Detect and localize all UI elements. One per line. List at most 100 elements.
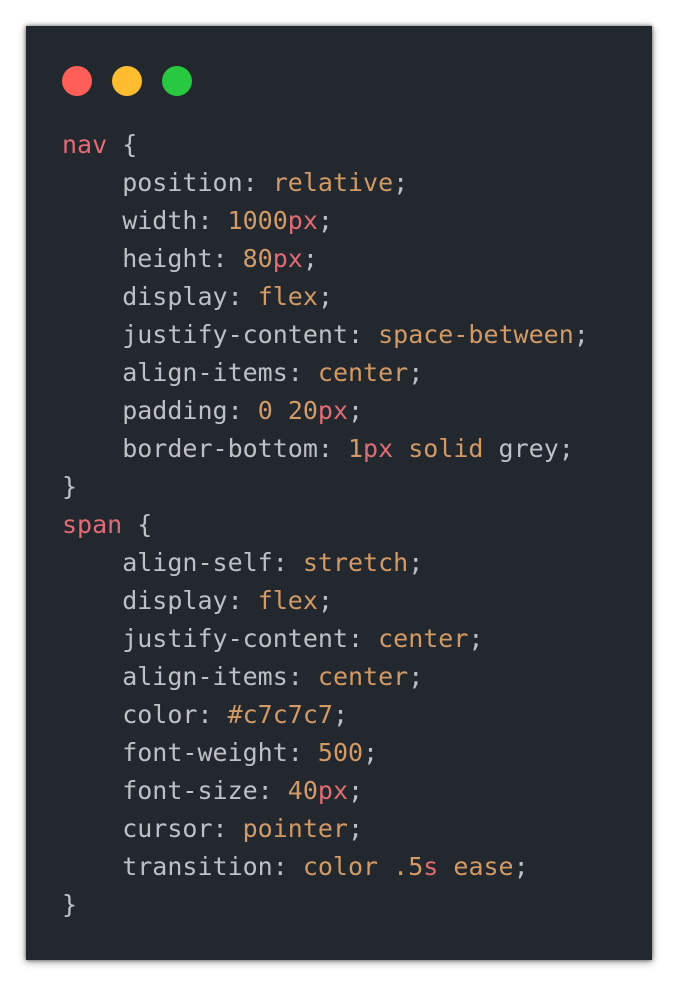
property-token: justify-content (62, 320, 348, 349)
value-token: space-between (378, 320, 574, 349)
value-token: .5 (393, 852, 424, 881)
property-token: height (62, 244, 213, 273)
value-token: solid (408, 434, 484, 463)
property-token: align-items (62, 662, 288, 691)
punctuation-token: : (212, 244, 243, 273)
value-token: ease (453, 852, 514, 881)
punctuation-token: : (287, 358, 318, 387)
punctuation-token: } (62, 472, 78, 501)
selector-token: span (62, 510, 123, 539)
code-line: align-items: center; (62, 354, 589, 392)
code-line: align-self: stretch; (62, 544, 589, 582)
punctuation-token: : (287, 662, 318, 691)
value-token: 0 (257, 396, 273, 425)
punctuation-token: : (212, 814, 243, 843)
code-line: span { (62, 506, 589, 544)
punctuation-token: grey; (483, 434, 574, 463)
code-line: } (62, 468, 589, 506)
code-line: justify-content: center; (62, 620, 589, 658)
punctuation-token (273, 396, 288, 425)
punctuation-token: ; (317, 206, 333, 235)
punctuation-token: ; (573, 320, 589, 349)
punctuation-token: ; (393, 168, 409, 197)
punctuation-token: ; (332, 700, 348, 729)
punctuation-token: : (242, 168, 273, 197)
value-token: center (317, 662, 409, 691)
property-token: color (62, 700, 198, 729)
punctuation-token: : (317, 434, 348, 463)
punctuation-token: { (122, 510, 153, 539)
punctuation-token: : (227, 282, 258, 311)
value-token: flex (257, 586, 318, 615)
property-token: font-weight (62, 738, 288, 767)
punctuation-token: : (227, 396, 258, 425)
punctuation-token: : (257, 776, 288, 805)
punctuation-token: { (107, 130, 138, 159)
punctuation-token: : (197, 700, 228, 729)
code-line: display: flex; (62, 278, 589, 316)
code-line: justify-content: space-between; (62, 316, 589, 354)
value-token: 80 (242, 244, 273, 273)
punctuation-token: : (347, 320, 379, 349)
code-line: padding: 0 20px; (62, 392, 589, 430)
punctuation-token: : (272, 852, 303, 881)
code-line: position: relative; (62, 164, 589, 202)
punctuation-token: ; (302, 244, 318, 273)
punctuation-token: : (227, 586, 258, 615)
code-line: align-items: center; (62, 658, 589, 696)
code-line: color: #c7c7c7; (62, 696, 589, 734)
punctuation-token: } (62, 890, 78, 919)
code-line: display: flex; (62, 582, 589, 620)
code-block: nav { position: relative; width: 1000px;… (62, 126, 589, 924)
punctuation-token (393, 434, 408, 463)
code-line: width: 1000px; (62, 202, 589, 240)
punctuation-token: ; (317, 586, 333, 615)
punctuation-token: ; (348, 396, 364, 425)
punctuation-token (438, 852, 453, 881)
selector-token: nav (62, 130, 108, 159)
unit-token: px (317, 776, 348, 805)
value-token: center (378, 624, 469, 653)
punctuation-token: : (272, 548, 303, 577)
property-token: transition (62, 852, 273, 881)
maximize-dot-icon[interactable] (162, 66, 192, 96)
code-line: cursor: pointer; (62, 810, 589, 848)
punctuation-token: ; (408, 358, 424, 387)
property-token: width (62, 206, 198, 235)
punctuation-token: ; (363, 738, 379, 767)
value-token: 500 (317, 738, 364, 767)
value-token: 20 (287, 396, 318, 425)
property-token: padding (62, 396, 228, 425)
close-dot-icon[interactable] (62, 66, 92, 96)
punctuation-token (378, 852, 393, 881)
value-token: stretch (302, 548, 409, 577)
value-token: 1 (347, 434, 364, 463)
property-token: align-items (62, 358, 288, 387)
value-token: 40 (287, 776, 318, 805)
punctuation-token: ; (348, 776, 364, 805)
unit-token: px (272, 244, 303, 273)
punctuation-token: : (197, 206, 228, 235)
punctuation-token: ; (408, 548, 424, 577)
unit-token: px (317, 396, 349, 425)
value-token: color (302, 852, 379, 881)
value-token: pointer (242, 814, 348, 843)
punctuation-token: : (287, 738, 318, 767)
punctuation-token: ; (408, 662, 424, 691)
value-token: flex (257, 282, 318, 311)
code-line: nav { (62, 126, 589, 164)
unit-token: s (423, 852, 439, 881)
property-token: display (62, 586, 228, 615)
unit-token: px (287, 206, 318, 235)
property-token: display (62, 282, 228, 311)
property-token: border-bottom (62, 434, 318, 463)
value-token: #c7c7c7 (227, 700, 333, 729)
value-token: 1000 (227, 206, 288, 235)
code-window: nav { position: relative; width: 1000px;… (26, 26, 652, 960)
code-line: transition: color .5s ease; (62, 848, 589, 886)
unit-token: px (363, 434, 394, 463)
code-line: font-weight: 500; (62, 734, 589, 772)
minimize-dot-icon[interactable] (112, 66, 142, 96)
code-line: font-size: 40px; (62, 772, 589, 810)
property-token: cursor (62, 814, 213, 843)
